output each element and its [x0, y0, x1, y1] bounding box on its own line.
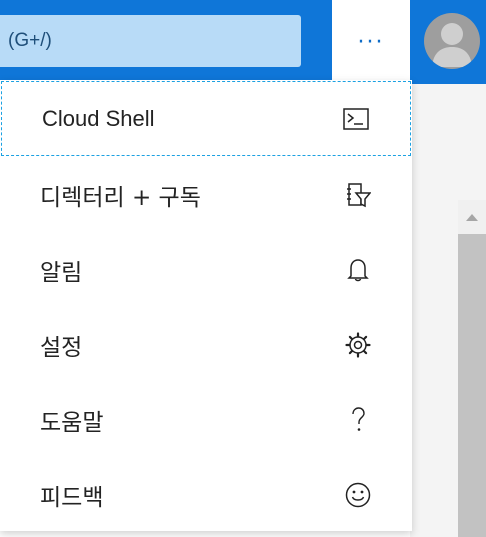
menu-item-directory-subscription[interactable]: 디렉터리 + 구독 — [0, 157, 412, 232]
bell-icon — [344, 256, 372, 284]
avatar[interactable] — [424, 13, 480, 69]
menu-item-label: 설정 — [40, 334, 83, 361]
menu-item-help[interactable]: 도움말 — [0, 382, 412, 457]
menu-item-label: 디렉터리 + 구독 — [40, 184, 201, 211]
gear-icon — [344, 331, 372, 359]
menu-item-cloud-shell[interactable]: Cloud Shell — [1, 81, 411, 156]
overflow-menu: Cloud Shell 디렉터리 + 구독 알림 설정 도움말 피드백 — [0, 80, 412, 531]
top-bar: (G+/) ··· — [0, 0, 486, 84]
cloud-shell-terminal-icon — [342, 105, 370, 133]
caret-up-icon — [466, 214, 478, 221]
search-input[interactable]: (G+/) — [0, 15, 301, 67]
more-options-button[interactable]: ··· — [332, 0, 410, 84]
scroll-up-button[interactable] — [458, 200, 486, 234]
search-shortcut-hint: (G+/) — [8, 30, 52, 51]
directory-subscription-filter-icon — [344, 181, 372, 209]
menu-item-settings[interactable]: 설정 — [0, 307, 412, 382]
smiley-icon — [344, 481, 372, 509]
menu-item-notifications[interactable]: 알림 — [0, 232, 412, 307]
menu-item-label: 알림 — [40, 259, 83, 286]
ellipsis-icon: ··· — [357, 29, 385, 55]
scrollbar[interactable] — [458, 200, 486, 537]
menu-item-label: 도움말 — [40, 409, 104, 436]
menu-item-feedback[interactable]: 피드백 — [0, 457, 412, 532]
question-mark-icon — [344, 406, 372, 434]
menu-item-label: Cloud Shell — [42, 105, 155, 131]
menu-item-label: 피드백 — [40, 484, 104, 511]
user-silhouette-icon — [432, 23, 472, 67]
scrollbar-thumb[interactable] — [458, 234, 486, 537]
